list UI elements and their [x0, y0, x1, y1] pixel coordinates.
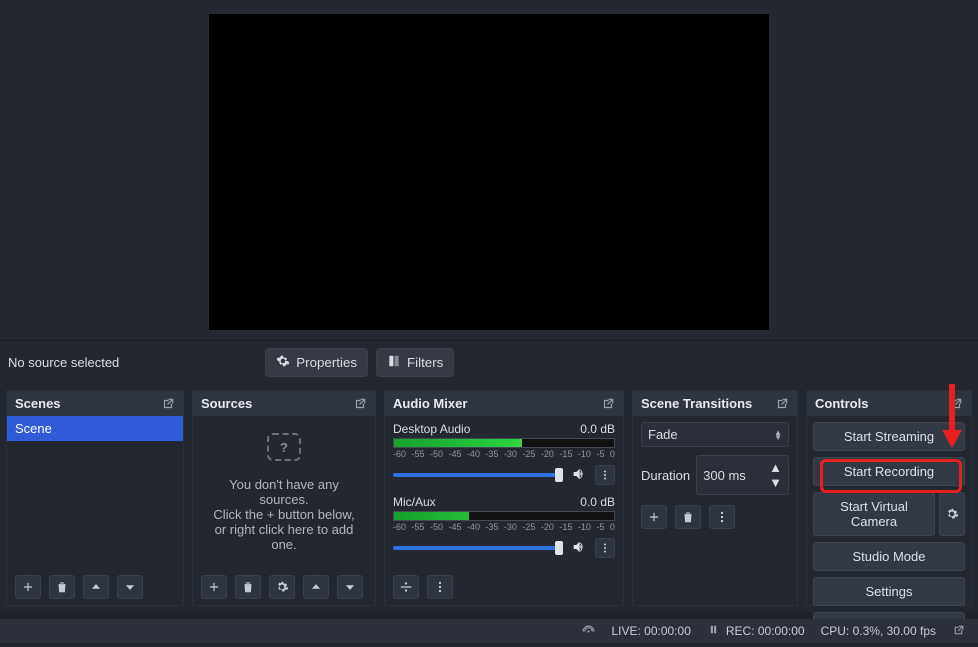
sources-title: Sources: [201, 396, 252, 411]
sources-empty-line: You don't have any sources.: [205, 477, 363, 507]
transitions-panel: Scene Transitions Fade ▲▼ Duration 300 m…: [632, 390, 798, 606]
studio-mode-button[interactable]: Studio Mode: [813, 542, 965, 571]
source-down-button[interactable]: [337, 575, 363, 599]
gear-icon: [276, 354, 290, 371]
controls-header[interactable]: Controls: [807, 391, 971, 416]
transitions-title: Scene Transitions: [641, 396, 752, 411]
scenes-panel: Scenes Scene: [6, 390, 184, 606]
status-bar: LIVE: 00:00:00 REC: 00:00:00 CPU: 0.3%, …: [0, 619, 978, 643]
mixer-header[interactable]: Audio Mixer: [385, 391, 623, 416]
updown-icon: ▲▼: [769, 460, 782, 490]
delete-transition-button[interactable]: [675, 505, 701, 529]
filters-icon: [387, 354, 401, 371]
channel-name: Desktop Audio: [393, 422, 470, 436]
popout-icon[interactable]: [161, 397, 175, 411]
mute-button[interactable]: [571, 539, 587, 558]
controls-title: Controls: [815, 396, 868, 411]
pause-icon: [707, 623, 720, 639]
preview-canvas[interactable]: [209, 14, 769, 330]
channel-name: Mic/Aux: [393, 495, 436, 509]
volume-slider[interactable]: [393, 473, 563, 477]
rec-status: REC: 00:00:00: [726, 624, 805, 638]
properties-button[interactable]: Properties: [265, 348, 368, 377]
audio-channel: Mic/Aux 0.0 dB -60-55-50-45-40-35-30-25-…: [393, 493, 615, 558]
settings-button[interactable]: Settings: [813, 577, 965, 606]
channel-menu-button[interactable]: [595, 538, 615, 558]
transition-select[interactable]: Fade ▲▼: [641, 422, 789, 447]
audio-meter: [393, 511, 615, 521]
duration-value: 300 ms: [703, 468, 746, 483]
scene-item[interactable]: Scene: [7, 416, 183, 441]
mixer-body: Desktop Audio 0.0 dB -60-55-50-45-40-35-…: [385, 416, 623, 569]
virtual-camera-settings-button[interactable]: [939, 492, 965, 536]
volume-slider[interactable]: [393, 546, 563, 550]
source-properties-button[interactable]: [269, 575, 295, 599]
channel-db: 0.0 dB: [580, 422, 615, 436]
scenes-toolbar: [7, 569, 183, 605]
start-virtual-camera-button[interactable]: Start Virtual Camera: [813, 492, 935, 536]
sources-panel: Sources ? You don't have any sources. Cl…: [192, 390, 376, 606]
audio-mixer-panel: Audio Mixer Desktop Audio 0.0 dB -60-55-…: [384, 390, 624, 606]
mixer-menu-button[interactable]: [427, 575, 453, 599]
audio-meter: [393, 438, 615, 448]
controls-panel: Controls Start Streaming Start Recording…: [806, 390, 972, 606]
start-streaming-button[interactable]: Start Streaming: [813, 422, 965, 451]
popout-icon[interactable]: [775, 397, 789, 411]
duration-input[interactable]: 300 ms ▲▼: [696, 455, 789, 495]
mute-button[interactable]: [571, 466, 587, 485]
add-scene-button[interactable]: [15, 575, 41, 599]
question-icon: ?: [267, 433, 301, 461]
sources-toolbar: [193, 569, 375, 605]
transition-selected: Fade: [648, 427, 678, 442]
delete-scene-button[interactable]: [49, 575, 75, 599]
sources-header[interactable]: Sources: [193, 391, 375, 416]
meter-ticks: -60-55-50-45-40-35-30-25-20-15-10-50: [393, 449, 615, 459]
live-status: LIVE: 00:00:00: [611, 624, 690, 638]
sources-empty-area[interactable]: ? You don't have any sources. Click the …: [193, 416, 375, 569]
channel-menu-button[interactable]: [595, 465, 615, 485]
filters-button[interactable]: Filters: [376, 348, 454, 377]
popout-icon[interactable]: [601, 397, 615, 411]
add-source-button[interactable]: [201, 575, 227, 599]
popout-icon[interactable]: [949, 397, 963, 411]
cpu-status: CPU: 0.3%, 30.00 fps: [821, 624, 936, 638]
delete-source-button[interactable]: [235, 575, 261, 599]
meter-ticks: -60-55-50-45-40-35-30-25-20-15-10-50: [393, 522, 615, 532]
transitions-header[interactable]: Scene Transitions: [633, 391, 797, 416]
scenes-header[interactable]: Scenes: [7, 391, 183, 416]
mixer-toolbar: [385, 569, 623, 605]
channel-db: 0.0 dB: [580, 495, 615, 509]
popout-icon[interactable]: [353, 397, 367, 411]
sources-empty-line: Click the + button below,: [213, 507, 354, 522]
scene-up-button[interactable]: [83, 575, 109, 599]
audio-channel: Desktop Audio 0.0 dB -60-55-50-45-40-35-…: [393, 420, 615, 485]
source-toolbar: No source selected Properties Filters: [0, 340, 978, 384]
add-transition-button[interactable]: [641, 505, 667, 529]
popout-icon[interactable]: [952, 624, 966, 638]
transition-menu-button[interactable]: [709, 505, 735, 529]
no-source-label: No source selected: [8, 355, 119, 370]
scene-down-button[interactable]: [117, 575, 143, 599]
source-up-button[interactable]: [303, 575, 329, 599]
filters-button-label: Filters: [407, 355, 443, 370]
scenes-title: Scenes: [15, 396, 61, 411]
properties-button-label: Properties: [296, 355, 357, 370]
sources-empty-line: or right click here to add one.: [205, 522, 363, 552]
mixer-title: Audio Mixer: [393, 396, 467, 411]
duration-label: Duration: [641, 468, 690, 483]
connection-icon: [582, 625, 595, 638]
docks-row: Scenes Scene Sources ? You don't have an…: [0, 384, 978, 612]
advanced-audio-button[interactable]: [393, 575, 419, 599]
preview-area: [0, 0, 978, 340]
start-recording-button[interactable]: Start Recording: [813, 457, 965, 486]
updown-icon: ▲▼: [774, 430, 782, 440]
